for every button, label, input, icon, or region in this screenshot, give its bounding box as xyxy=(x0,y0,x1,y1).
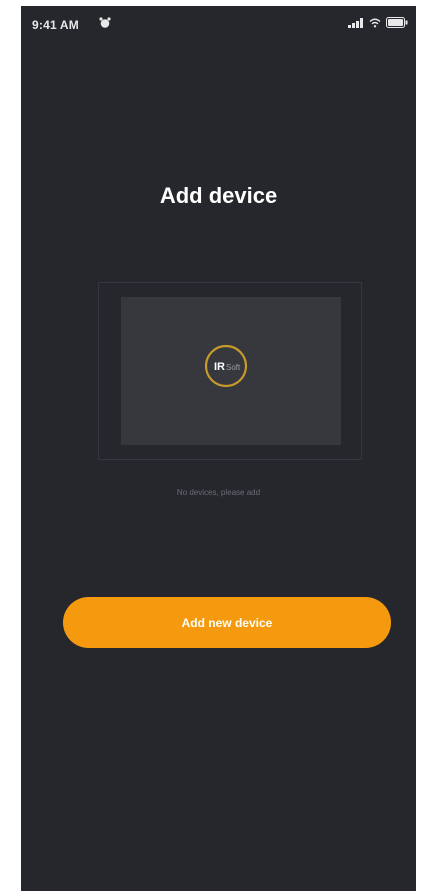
status-time: 9:41 AM xyxy=(32,18,79,32)
device-preview-frame: IR Soft xyxy=(98,282,362,460)
status-indicators xyxy=(348,17,408,28)
cellular-signal-icon xyxy=(348,17,363,28)
status-bar: 9:41 AM xyxy=(21,6,416,42)
empty-state-hint: No devices, please add xyxy=(176,488,261,497)
add-new-device-button[interactable]: Add new device xyxy=(63,597,391,648)
logo-text-ir: IR xyxy=(214,361,225,373)
app-screen: 9:41 AM Add device IR Soft No devices, p… xyxy=(21,6,416,891)
wifi-icon xyxy=(369,18,381,27)
alarm-icon xyxy=(99,17,111,28)
battery-icon xyxy=(386,17,408,28)
page-title: Add device xyxy=(159,183,278,208)
device-preview-screen: IR Soft xyxy=(121,297,341,445)
irsoft-logo: IR Soft xyxy=(204,344,248,388)
logo-text-soft: Soft xyxy=(226,363,241,372)
